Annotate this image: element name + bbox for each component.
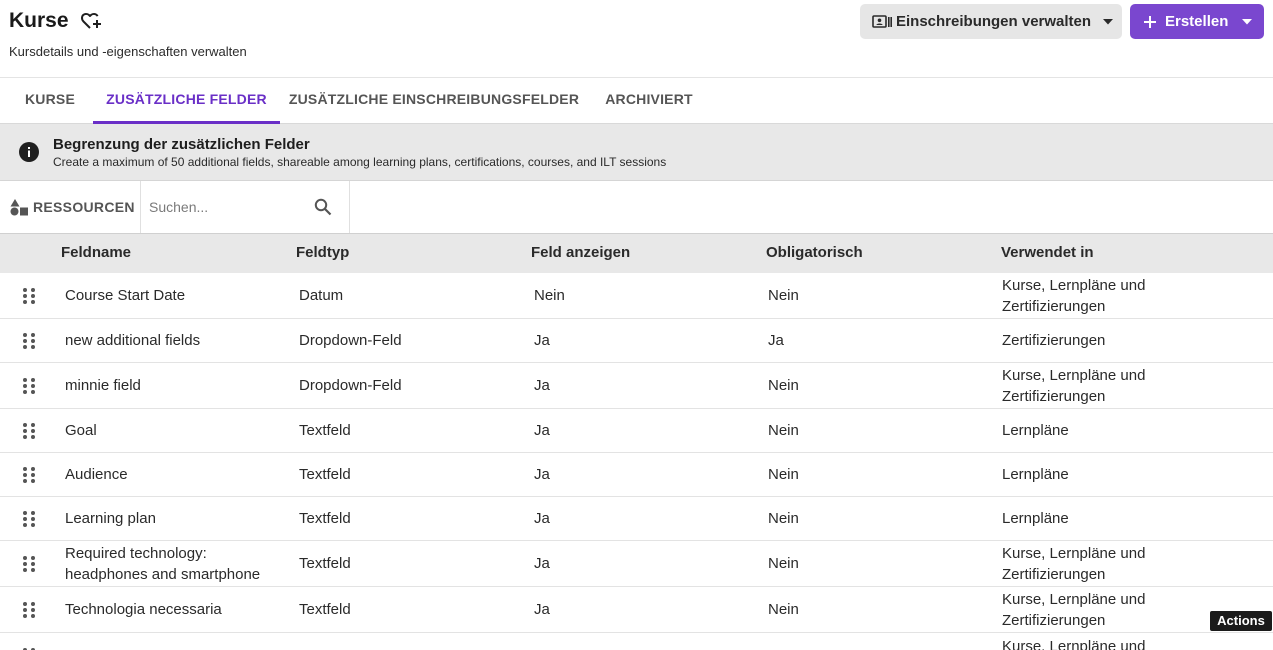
cell-show-field: Ja xyxy=(534,332,550,349)
cell-field-name: minnie field xyxy=(65,377,141,394)
cell-show-field: Ja xyxy=(534,510,550,527)
cell-used-in: Zertifizierungen xyxy=(1002,332,1106,349)
manage-enrollments-button[interactable]: Einschreibungen verwalten xyxy=(860,4,1122,39)
heart-plus-icon[interactable] xyxy=(80,11,102,31)
cell-field-name xyxy=(65,633,290,650)
drag-handle-icon[interactable] xyxy=(22,287,36,305)
cell-used-in: Lernpläne xyxy=(1002,422,1069,439)
enrollment-card-icon xyxy=(872,14,892,28)
drag-handle-icon[interactable] xyxy=(22,466,36,484)
table-header: Feldname Feldtyp Feld anzeigen Obligator… xyxy=(0,234,1273,273)
column-header-used-in[interactable]: Verwendet in xyxy=(1001,234,1094,272)
table-row[interactable]: Learning plan Textfeld Ja Nein Lernpläne xyxy=(0,497,1273,541)
cell-field-type: Dropdown-Feld xyxy=(299,332,402,349)
cell-show-field: Nein xyxy=(534,287,565,304)
banner-text: Create a maximum of 50 additional fields… xyxy=(53,155,667,169)
cell-mandatory: Nein xyxy=(768,510,799,527)
table-row[interactable]: Required technology: headphones and smar… xyxy=(0,541,1273,587)
cell-show-field: Ja xyxy=(534,601,550,618)
cell-field-name: new additional fields xyxy=(65,332,201,349)
drag-handle-icon[interactable] xyxy=(22,555,36,573)
banner-title: Begrenzung der zusätzlichen Felder xyxy=(53,136,310,153)
page-subtitle: Kursdetails und -eigenschaften verwalten xyxy=(9,44,247,59)
cell-field-type: Textfeld xyxy=(299,510,351,527)
actions-tooltip: Actions xyxy=(1210,611,1272,631)
cell-mandatory: Ja xyxy=(768,332,784,349)
plus-icon xyxy=(1144,15,1156,28)
table-row[interactable]: Goal Textfeld Ja Nein Lernpläne xyxy=(0,409,1273,453)
table-row[interactable]: Course Start Date Datum Nein Nein Kurse,… xyxy=(0,273,1273,319)
cell-show-field xyxy=(534,633,759,650)
create-label: Erstellen xyxy=(1165,13,1229,30)
cell-mandatory: Nein xyxy=(768,601,799,618)
tab-courses[interactable]: KURSE xyxy=(8,78,92,124)
cell-field-name: Learning plan xyxy=(65,510,156,527)
resources-button[interactable]: RESSOURCEN xyxy=(0,181,141,233)
shapes-icon xyxy=(10,198,28,215)
cell-field-type: Textfeld xyxy=(299,555,351,572)
cell-used-in: Kurse, Lernpläne und Zertifizierungen xyxy=(1002,366,1146,405)
table-row[interactable]: minnie field Dropdown-Feld Ja Nein Kurse… xyxy=(0,363,1273,409)
cell-field-name: Technologia necessaria xyxy=(65,601,222,618)
resources-label: RESSOURCEN xyxy=(33,199,135,215)
tab-additional-fields[interactable]: ZUSÄTZLICHE FELDER xyxy=(93,78,280,124)
tab-archived[interactable]: ARCHIVIERT xyxy=(590,78,708,124)
info-banner: Begrenzung der zusätzlichen Felder Creat… xyxy=(0,124,1273,181)
cell-field-name: Course Start Date xyxy=(65,287,186,304)
chevron-down-icon xyxy=(1103,18,1114,24)
chevron-down-icon xyxy=(1242,18,1253,24)
drag-handle-icon[interactable] xyxy=(22,510,36,528)
table-row[interactable]: Kurse, Lernpläne und xyxy=(0,633,1273,650)
drag-handle-icon[interactable] xyxy=(22,377,36,395)
cell-mandatory: Nein xyxy=(768,466,799,483)
column-header-field-name[interactable]: Feldname xyxy=(61,234,131,272)
table-toolbar: RESSOURCEN xyxy=(0,181,1273,234)
cell-show-field: Ja xyxy=(534,466,550,483)
cell-field-type: Textfeld xyxy=(299,601,351,618)
search-icon[interactable] xyxy=(314,198,332,216)
cell-mandatory xyxy=(768,633,993,650)
column-header-mandatory[interactable]: Obligatorisch xyxy=(766,234,863,272)
cell-show-field: Ja xyxy=(534,377,550,394)
cell-used-in: Kurse, Lernpläne und xyxy=(1002,638,1146,650)
search-input[interactable] xyxy=(149,195,299,219)
cell-show-field: Ja xyxy=(534,555,550,572)
manage-enrollments-label: Einschreibungen verwalten xyxy=(896,13,1092,30)
info-icon xyxy=(19,142,39,162)
create-button[interactable]: Erstellen xyxy=(1130,4,1264,39)
cell-field-type: Dropdown-Feld xyxy=(299,377,402,394)
cell-field-type: Textfeld xyxy=(299,466,351,483)
drag-handle-icon[interactable] xyxy=(22,601,36,619)
search-box xyxy=(141,181,350,233)
drag-handle-icon[interactable] xyxy=(22,332,36,350)
cell-field-name: Audience xyxy=(65,466,128,483)
cell-mandatory: Nein xyxy=(768,555,799,572)
table-body: Course Start Date Datum Nein Nein Kurse,… xyxy=(0,273,1273,650)
cell-mandatory: Nein xyxy=(768,377,799,394)
page-title: Kurse xyxy=(9,9,69,32)
cell-mandatory: Nein xyxy=(768,287,799,304)
cell-field-type xyxy=(299,633,524,650)
cell-field-type: Datum xyxy=(299,287,344,304)
cell-used-in: Kurse, Lernpläne und Zertifizierungen xyxy=(1002,590,1146,629)
table-row[interactable]: new additional fields Dropdown-Feld Ja J… xyxy=(0,319,1273,363)
cell-used-in: Lernpläne xyxy=(1002,466,1069,483)
column-header-field-type[interactable]: Feldtyp xyxy=(296,234,349,272)
page-header: Kurse Kursdetails und -eigenschaften ver… xyxy=(0,0,1273,78)
cell-field-type: Textfeld xyxy=(299,422,351,439)
drag-handle-icon[interactable] xyxy=(22,422,36,440)
column-header-show-field[interactable]: Feld anzeigen xyxy=(531,234,630,272)
cell-mandatory: Nein xyxy=(768,422,799,439)
cell-used-in: Kurse, Lernpläne und Zertifizierungen xyxy=(1002,544,1146,583)
cell-show-field: Ja xyxy=(534,422,550,439)
cell-used-in: Lernpläne xyxy=(1002,510,1069,527)
table-row[interactable]: Technologia necessaria Textfeld Ja Nein … xyxy=(0,587,1273,633)
cell-used-in: Kurse, Lernpläne und Zertifizierungen xyxy=(1002,276,1146,315)
tab-bar: KURSE ZUSÄTZLICHE FELDER ZUSÄTZLICHE EIN… xyxy=(0,78,1273,124)
table-row[interactable]: Audience Textfeld Ja Nein Lernpläne xyxy=(0,453,1273,497)
cell-field-name: Goal xyxy=(65,422,97,439)
cell-field-name: Required technology: headphones and smar… xyxy=(65,544,261,583)
tab-additional-enrollment-fields[interactable]: ZUSÄTZLICHE EINSCHREIBUNGSFELDER xyxy=(281,78,587,124)
